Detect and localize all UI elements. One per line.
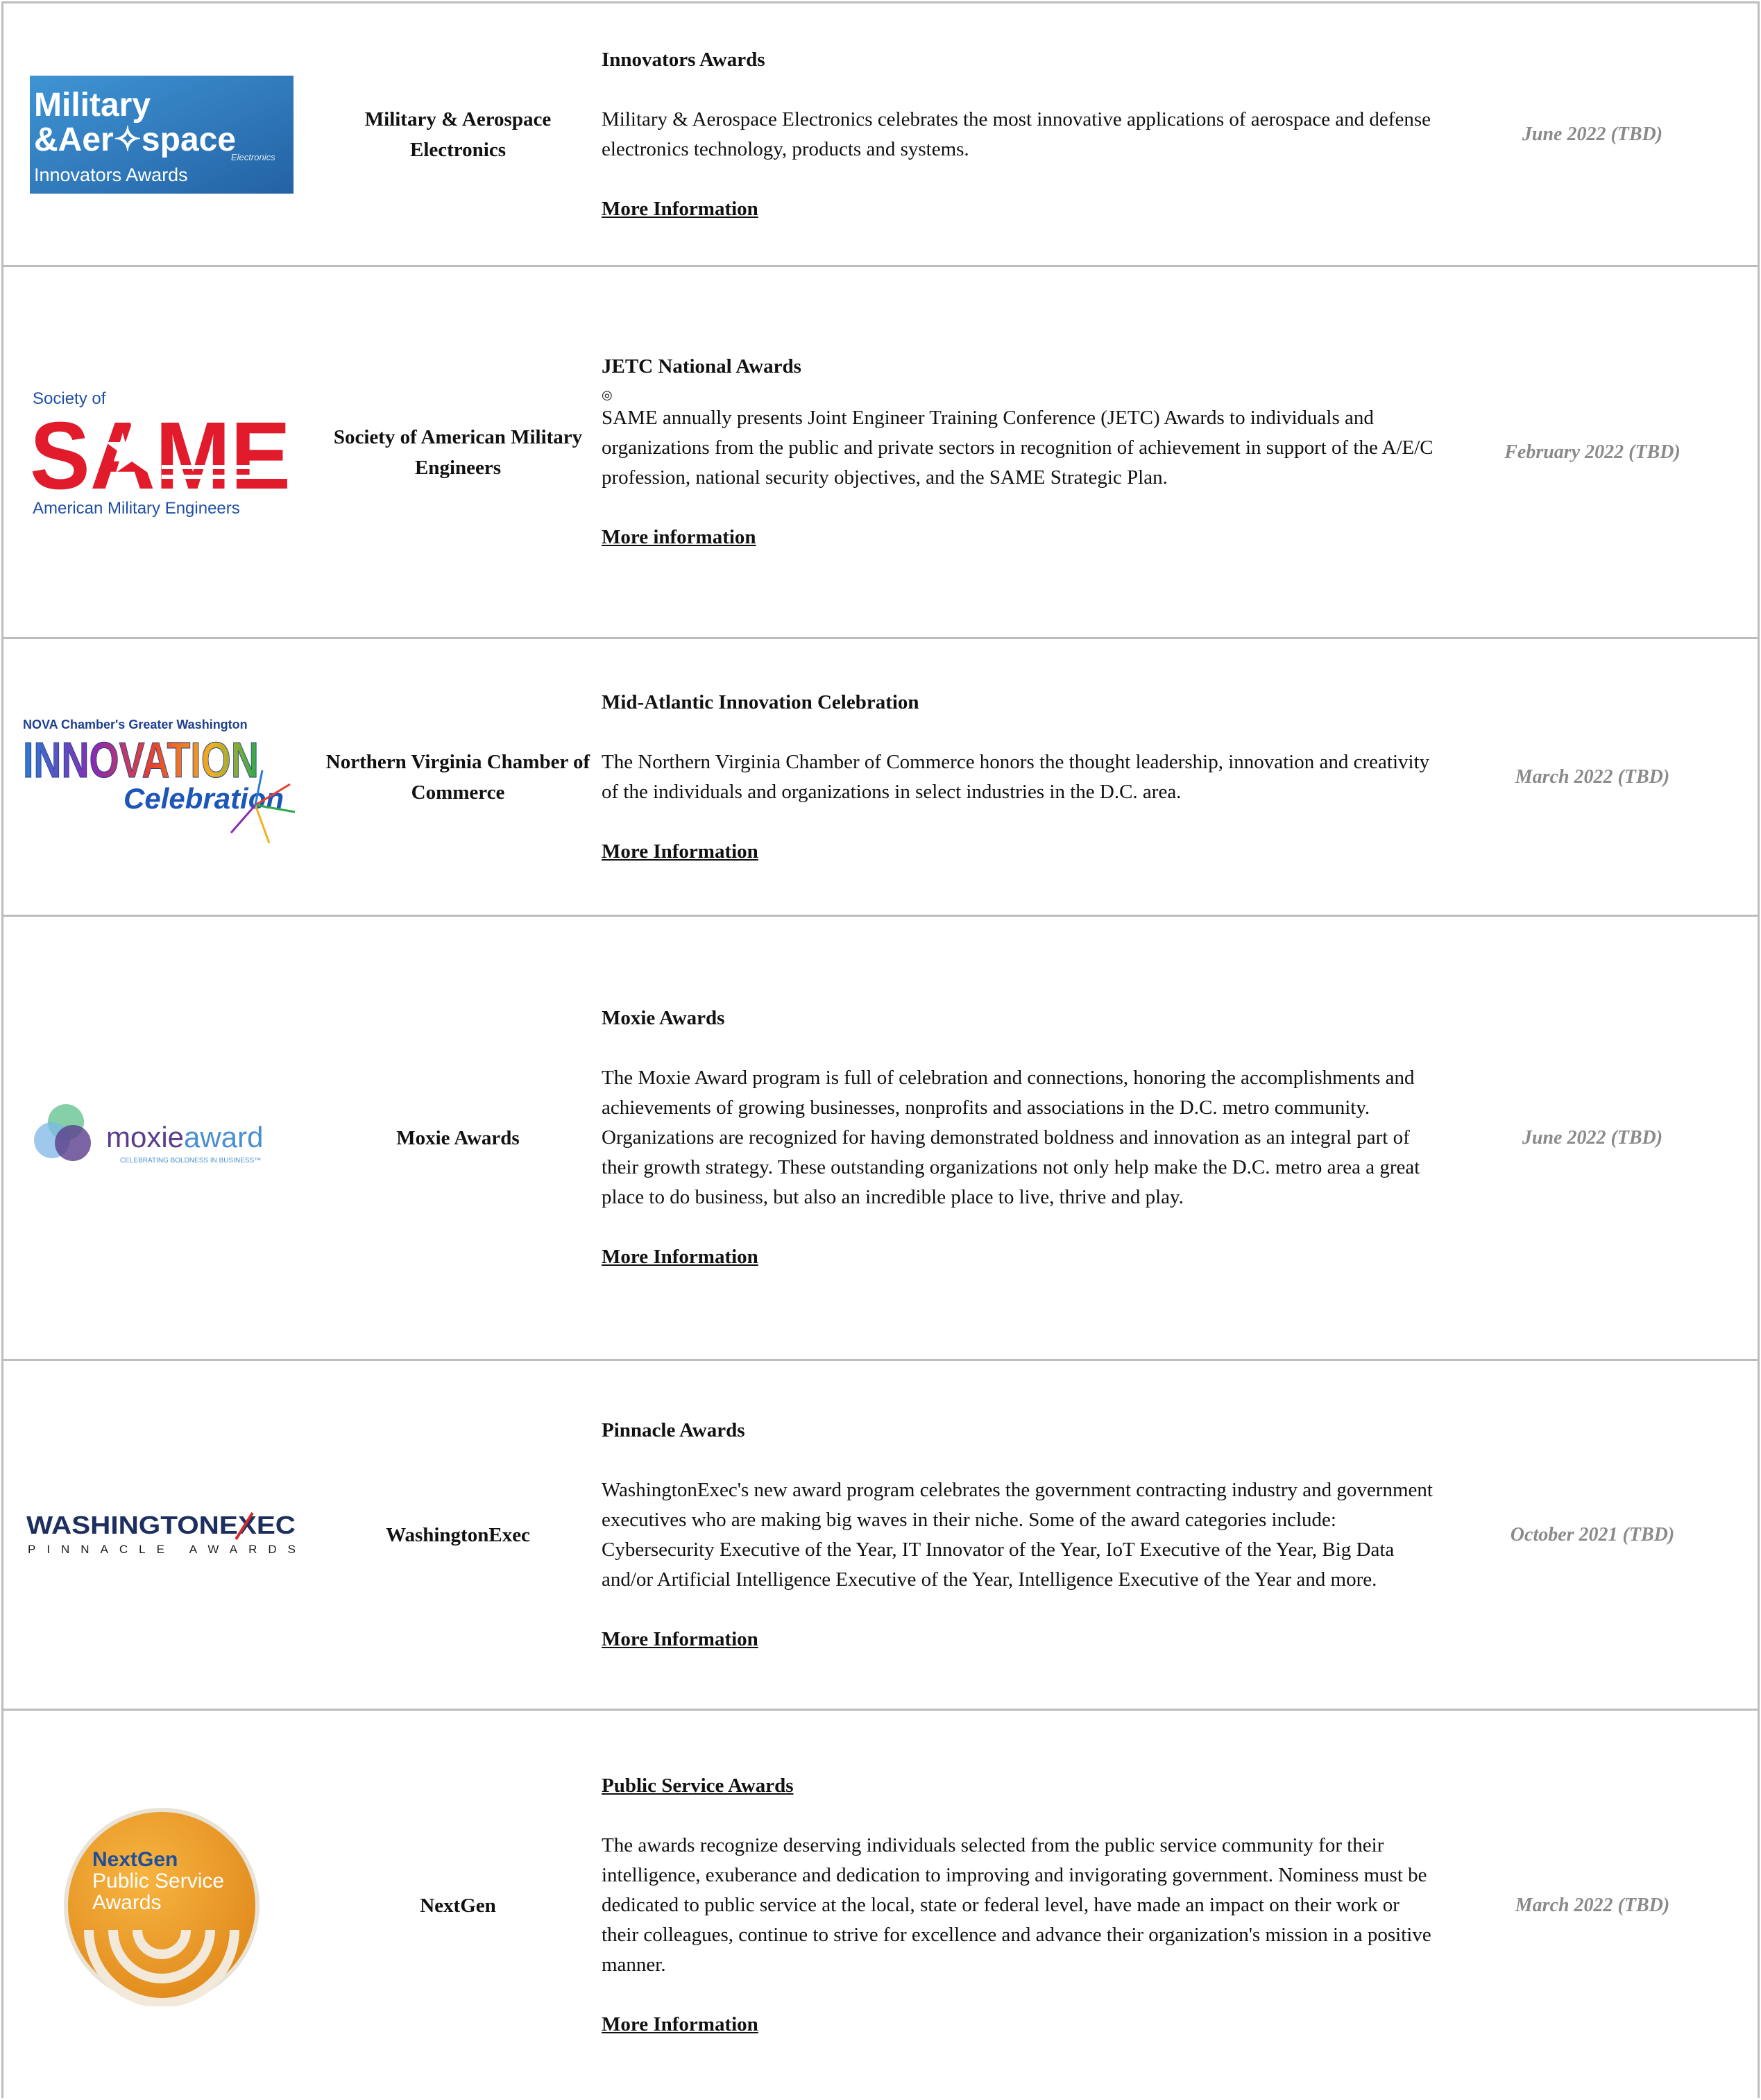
organization-label: Moxie Awards: [396, 1126, 520, 1149]
logo-cell: NOVA Chamber's Greater Washington INNOVA…: [23, 639, 300, 915]
award-description: SAME annually presents Joint Engineer Tr…: [602, 407, 1434, 489]
award-description-cell: Mid-Atlantic Innovation Celebration The …: [602, 639, 1434, 915]
award-title: JETC National Awards: [602, 355, 801, 378]
award-description: The awards recognize deserving individua…: [602, 1834, 1431, 1976]
table-row: moxieaward CELEBRATING BOLDNESS IN BUSIN…: [3, 917, 1758, 1361]
svg-text:PINNACLE AWARDS: PINNACLE AWARDS: [28, 1543, 296, 1556]
organization-name: Society of American Military Engineers: [309, 267, 607, 637]
organization-name: WashingtonExec: [309, 1361, 607, 1709]
organization-label: WashingtonExec: [386, 1523, 530, 1546]
moxie-award-logo: moxieaward CELEBRATING BOLDNESS IN BUSIN…: [34, 1103, 263, 1165]
date-label: June 2022 (TBD): [1522, 1126, 1663, 1149]
awards-table: Military &Aer✧space Electronics Innovato…: [1, 1, 1760, 2098]
organization-name: Moxie Awards: [309, 917, 607, 1359]
svg-text:moxieaward: moxieaward: [106, 1121, 263, 1153]
organization-label: Society of American Military Engineers: [333, 425, 583, 479]
svg-text:Electronics: Electronics: [231, 152, 275, 162]
svg-text:INNOVATION: INNOVATION: [23, 733, 259, 788]
award-description-cell: Public Service Awards The awards recogni…: [602, 1711, 1434, 2100]
award-date: March 2022 (TBD): [1454, 639, 1731, 915]
award-title: Pinnacle Awards: [602, 1419, 745, 1441]
date-label: March 2022 (TBD): [1515, 765, 1670, 788]
table-row: NextGen Public Service Awards NextGen Pu…: [3, 1711, 1758, 2100]
svg-text:CELEBRATING BOLDNESS IN BUSINE: CELEBRATING BOLDNESS IN BUSINESS™: [120, 1157, 261, 1165]
logo-cell: Military &Aer✧space Electronics Innovato…: [23, 3, 300, 265]
date-label: February 2022 (TBD): [1504, 441, 1681, 463]
svg-text:American Military Engineers: American Military Engineers: [33, 499, 240, 518]
award-description: Military & Aerospace Electronics celebra…: [602, 108, 1431, 160]
logo-cell: moxieaward CELEBRATING BOLDNESS IN BUSIN…: [23, 917, 300, 1359]
same-logo: Society of SAME American Military Engine…: [30, 389, 294, 518]
award-date: March 2022 (TBD): [1454, 1711, 1731, 2100]
award-description-cell: Innovators Awards Military & Aerospace E…: [602, 3, 1434, 265]
award-description-cell: Pinnacle Awards WashingtonExec's new awa…: [602, 1361, 1434, 1709]
small-circle-icon: ◎: [602, 388, 613, 402]
organization-label: Northern Virginia Chamber of Commerce: [325, 750, 590, 804]
award-description: WashingtonExec's new award program celeb…: [602, 1478, 1433, 1591]
washingtonexec-pinnacle-logo: WASHINGTONEXEC PINNACLE AWARDS: [26, 1511, 296, 1556]
svg-text:NextGen: NextGen: [92, 1848, 178, 1871]
innovation-celebration-logo: NOVA Chamber's Greater Washington INNOVA…: [23, 718, 296, 844]
award-description: The Moxie Award program is full of celeb…: [602, 1067, 1420, 1208]
logo-cell: NextGen Public Service Awards: [23, 1711, 300, 2100]
table-row: Military &Aer✧space Electronics Innovato…: [3, 3, 1758, 267]
more-information-link[interactable]: More Information: [602, 840, 758, 863]
more-information-link[interactable]: More Information: [602, 198, 758, 220]
award-title: Moxie Awards: [602, 1007, 725, 1029]
award-title-link[interactable]: Public Service Awards: [602, 1771, 1434, 1801]
more-information-link[interactable]: More Information: [602, 1628, 758, 1650]
award-description-cell: JETC National Awards ◎ SAME annually pre…: [602, 267, 1434, 637]
award-title: Mid-Atlantic Innovation Celebration: [602, 691, 919, 713]
award-date: June 2022 (TBD): [1454, 917, 1731, 1359]
svg-text:Awards: Awards: [92, 1891, 162, 1914]
organization-name: NextGen: [309, 1711, 607, 2100]
organization-name: Military & Aerospace Electronics: [309, 3, 607, 265]
more-information-link[interactable]: More information: [602, 526, 756, 548]
date-label: June 2022 (TBD): [1522, 123, 1663, 145]
svg-text:SAME: SAME: [30, 403, 291, 509]
table-row: WASHINGTONEXEC PINNACLE AWARDS Washingto…: [3, 1361, 1758, 1711]
svg-text:NOVA Chamber's Greater Washing: NOVA Chamber's Greater Washington: [23, 718, 248, 731]
svg-text:&Aer✧space: &Aer✧space: [34, 121, 236, 158]
military-aerospace-logo: Military &Aer✧space Electronics Innovato…: [30, 75, 294, 194]
organization-label: Military & Aerospace Electronics: [364, 108, 552, 161]
table-row: NOVA Chamber's Greater Washington INNOVA…: [3, 639, 1758, 917]
date-label: October 2021 (TBD): [1510, 1523, 1675, 1546]
award-date: June 2022 (TBD): [1454, 3, 1731, 265]
svg-text:Innovators Awards: Innovators Awards: [34, 164, 188, 185]
nextgen-awards-logo: NextGen Public Service Awards: [64, 1807, 260, 2006]
award-title: Innovators Awards: [602, 48, 765, 71]
organization-name: Northern Virginia Chamber of Commerce: [309, 639, 607, 915]
logo-cell: Society of SAME American Military Engine…: [23, 267, 300, 637]
svg-text:Public Service: Public Service: [92, 1870, 224, 1892]
more-information-link[interactable]: More Information: [602, 1246, 758, 1268]
organization-label: NextGen: [420, 1894, 496, 1917]
table-row: Society of SAME American Military Engine…: [3, 267, 1758, 639]
svg-text:Military: Military: [34, 87, 151, 124]
award-date: October 2021 (TBD): [1454, 1361, 1731, 1709]
award-description-cell: Moxie Awards The Moxie Award program is …: [602, 917, 1434, 1359]
award-date: February 2022 (TBD): [1454, 267, 1731, 637]
logo-cell: WASHINGTONEXEC PINNACLE AWARDS: [23, 1361, 300, 1709]
award-description: The Northern Virginia Chamber of Commerc…: [602, 750, 1430, 803]
date-label: March 2022 (TBD): [1515, 1894, 1670, 1916]
svg-text:WASHINGTONEXEC: WASHINGTONEXEC: [26, 1511, 296, 1539]
more-information-link[interactable]: More Information: [602, 2013, 758, 2035]
